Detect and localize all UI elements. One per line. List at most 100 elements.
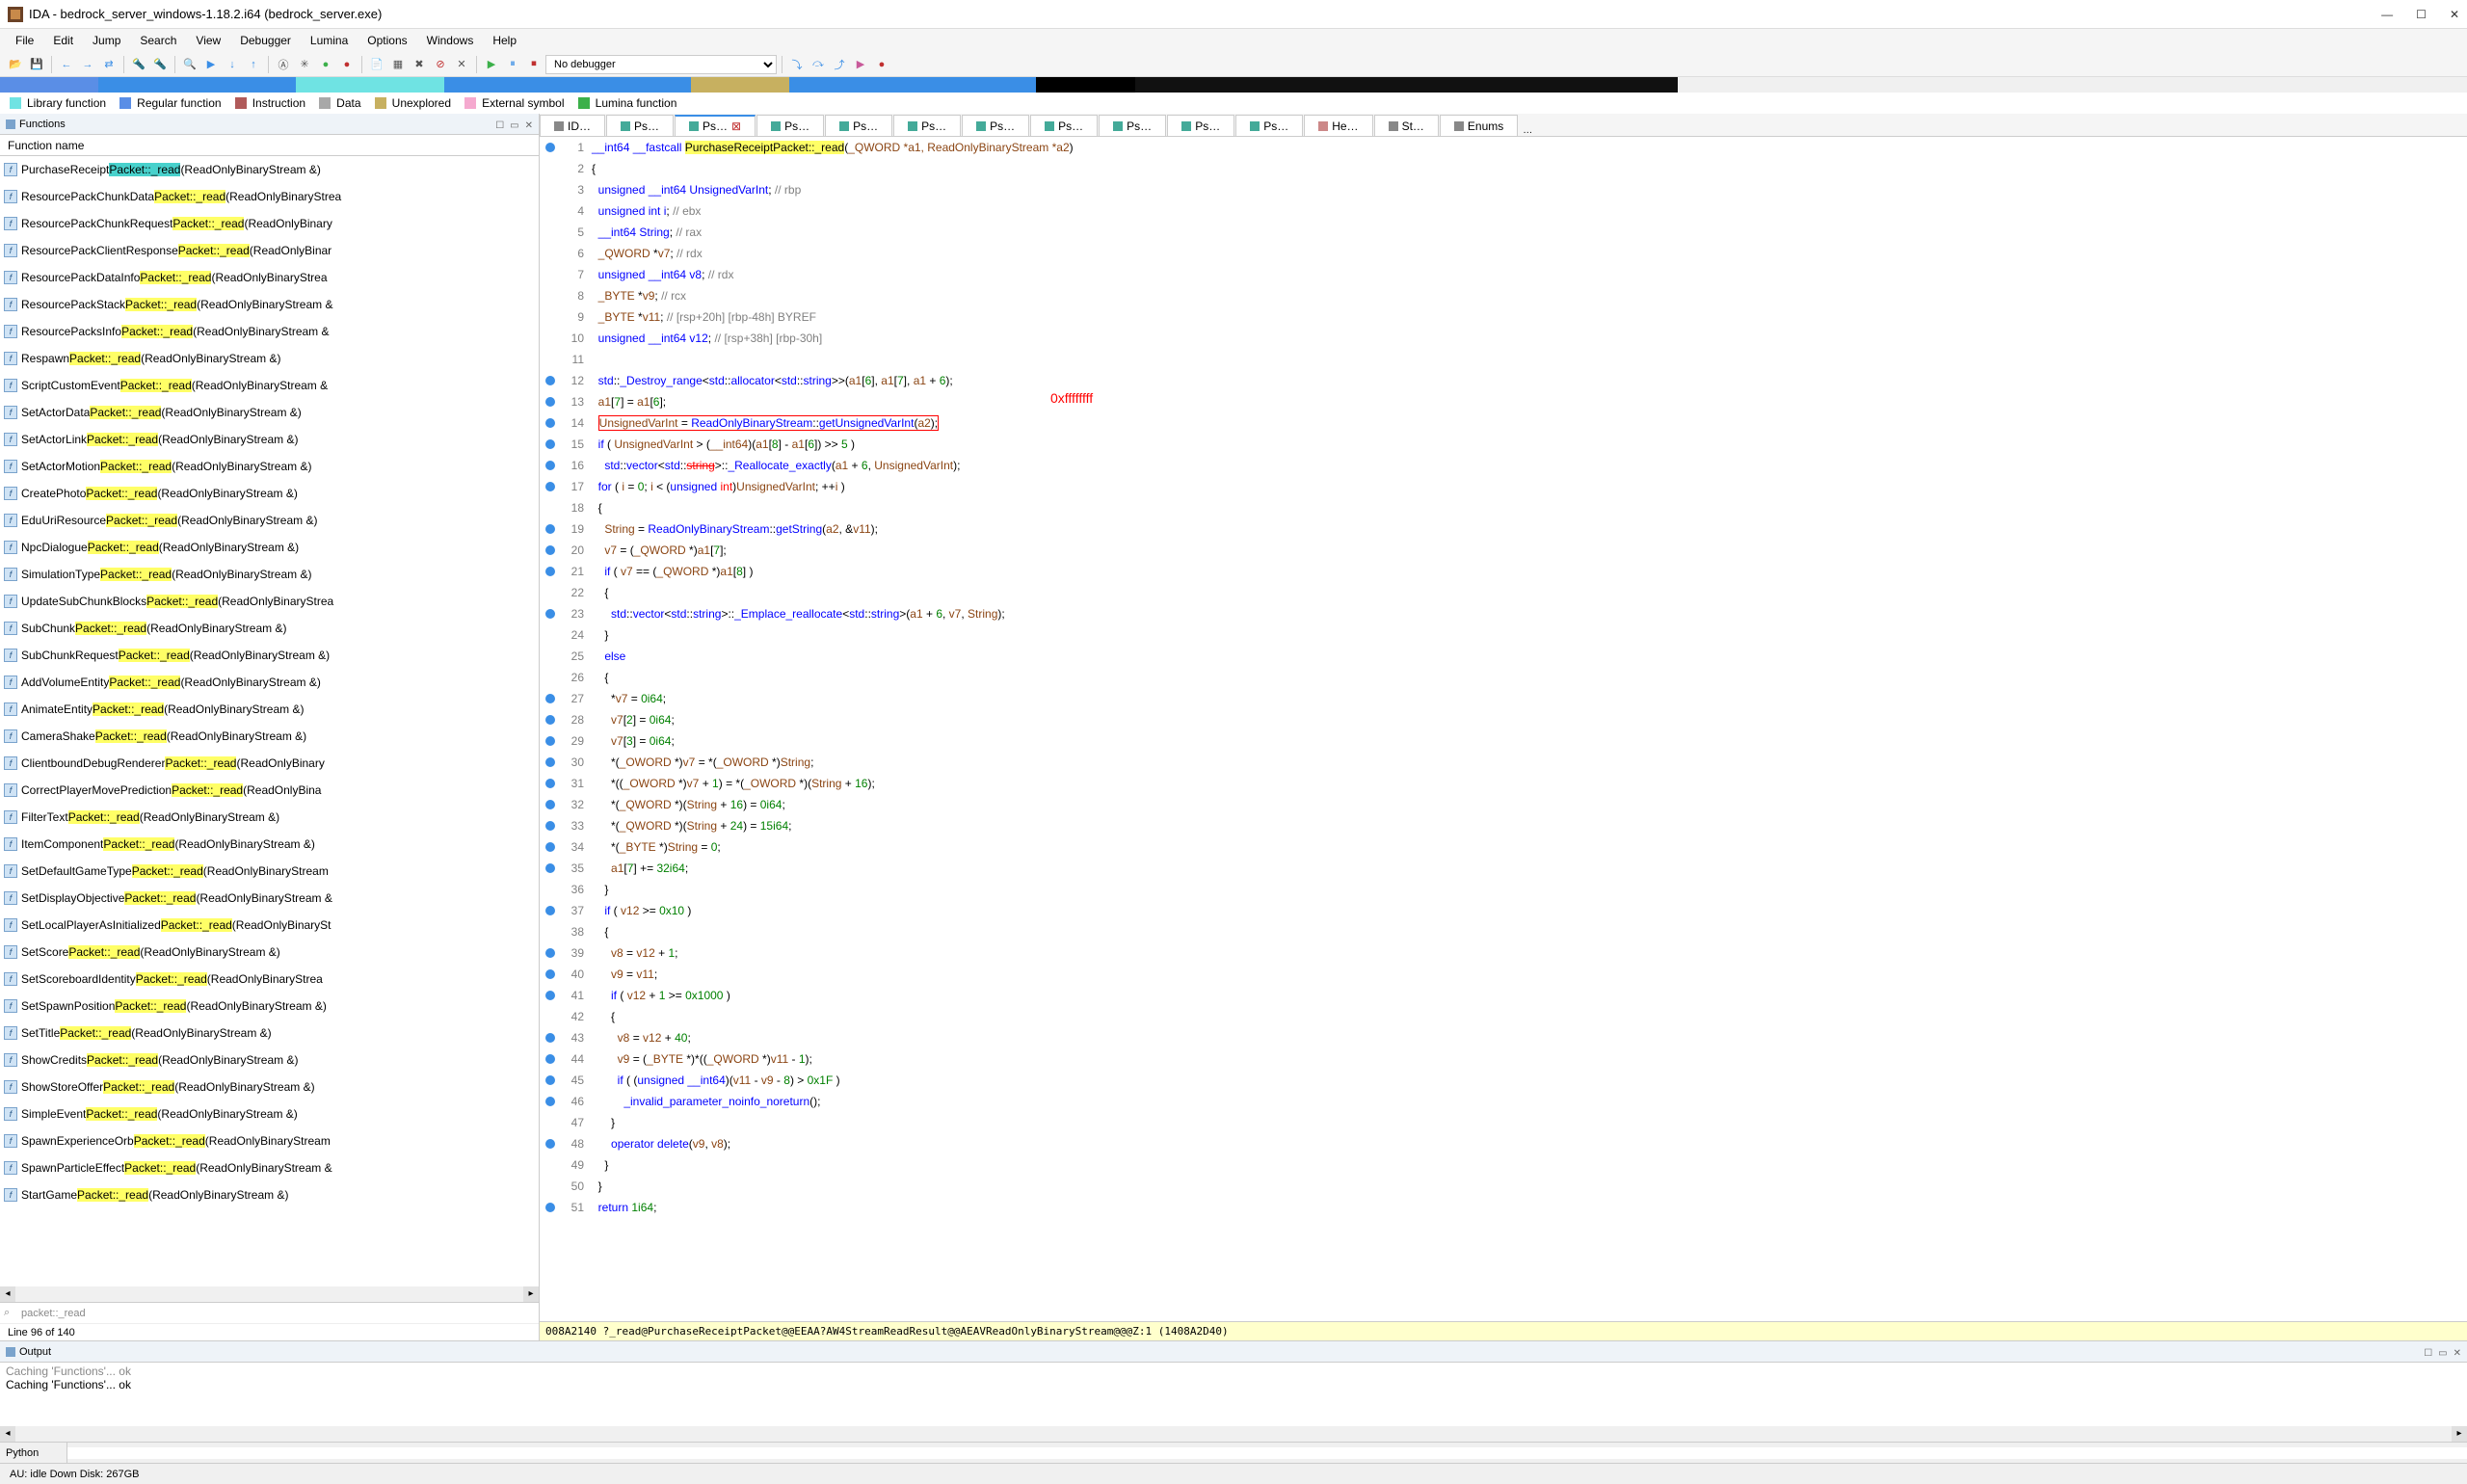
line-number[interactable]: 2 — [540, 158, 592, 179]
line-number[interactable]: 48 — [540, 1133, 592, 1154]
code-line[interactable]: 32 *(_QWORD *)(String + 16) = 0i64; — [540, 794, 2467, 815]
code-line[interactable]: 31 *((_OWORD *)v7 + 1) = *(_OWORD *)(Str… — [540, 773, 2467, 794]
code-text[interactable]: std::vector<std::string>::_Emplace_reall… — [592, 603, 1005, 624]
line-number[interactable]: 34 — [540, 836, 592, 858]
editor-tab[interactable]: ID… — [540, 115, 605, 136]
code-line[interactable]: 6 _QWORD *v7; // rdx — [540, 243, 2467, 264]
code-line[interactable]: 16 std::vector<std::string>::_Reallocate… — [540, 455, 2467, 476]
line-number[interactable]: 18 — [540, 497, 592, 518]
tab-close-icon[interactable]: ⊠ — [731, 119, 741, 133]
line-number[interactable]: 41 — [540, 985, 592, 1006]
scroll-left-icon[interactable]: ◂ — [0, 1426, 15, 1442]
code-line[interactable]: 21 if ( v7 == (_QWORD *)a1[8] ) — [540, 561, 2467, 582]
function-filter[interactable]: ⌕ — [0, 1302, 539, 1323]
line-number[interactable]: 12 — [540, 370, 592, 391]
line-number[interactable]: 16 — [540, 455, 592, 476]
code-line[interactable]: 51 return 1i64; — [540, 1197, 2467, 1218]
editor-tab[interactable]: He… — [1304, 115, 1372, 136]
code-line[interactable]: 12 std::_Destroy_range<std::allocator<st… — [540, 370, 2467, 391]
breakpoint-dot[interactable] — [545, 418, 555, 428]
breakpoint-dot[interactable] — [545, 694, 555, 703]
nav-chunk[interactable] — [1678, 77, 2467, 93]
code-text[interactable]: a1[7] += 32i64; — [592, 858, 688, 879]
code-text[interactable]: { — [592, 582, 608, 603]
code-line[interactable]: 4 unsigned int i; // ebx — [540, 200, 2467, 222]
hex-icon[interactable]: ▦ — [388, 55, 408, 74]
search-icon[interactable]: 🔦 — [129, 55, 148, 74]
code-text[interactable]: v7 = (_QWORD *)a1[7]; — [592, 540, 727, 561]
nav-chunk[interactable] — [1036, 77, 1134, 93]
editor-tab[interactable]: Ps… — [1030, 115, 1098, 136]
code-text[interactable]: { — [592, 921, 608, 942]
function-row[interactable]: fResourcePackStackPacket::_read(ReadOnly… — [0, 291, 539, 318]
filter-input[interactable] — [21, 1308, 535, 1319]
breakpoint-dot[interactable] — [545, 1203, 555, 1212]
editor-tab[interactable]: Ps… — [893, 115, 961, 136]
code-text[interactable]: if ( v12 + 1 >= 0x1000 ) — [592, 985, 730, 1006]
run-cursor-icon[interactable]: ▶ — [851, 55, 870, 74]
menu-debugger[interactable]: Debugger — [232, 32, 299, 49]
breakpoint-dot[interactable] — [545, 567, 555, 576]
code-line[interactable]: 8 _BYTE *v9; // rcx — [540, 285, 2467, 306]
code-text[interactable]: v7[3] = 0i64; — [592, 730, 675, 752]
nav-chunk[interactable] — [98, 77, 296, 93]
function-row[interactable]: fCreatePhotoPacket::_read(ReadOnlyBinary… — [0, 480, 539, 507]
code-text[interactable]: *(_QWORD *)(String + 16) = 0i64; — [592, 794, 785, 815]
scroll-right-icon[interactable]: ▸ — [2452, 1426, 2467, 1442]
function-row[interactable]: fSpawnParticleEffectPacket::_read(ReadOn… — [0, 1154, 539, 1181]
cross-icon[interactable]: ✖ — [410, 55, 429, 74]
output-header[interactable]: Output ☐▭✕ — [0, 1341, 2467, 1363]
function-row[interactable]: fSetActorLinkPacket::_read(ReadOnlyBinar… — [0, 426, 539, 453]
tool-b-icon[interactable]: ✳ — [295, 55, 314, 74]
line-number[interactable]: 1 — [540, 137, 592, 158]
breakpoint-dot[interactable] — [545, 800, 555, 809]
breakpoint-dot[interactable] — [545, 482, 555, 491]
maximize-button[interactable]: ☐ — [2416, 8, 2427, 21]
function-row[interactable]: fSetActorMotionPacket::_read(ReadOnlyBin… — [0, 453, 539, 480]
function-row[interactable]: fSubChunkPacket::_read(ReadOnlyBinaryStr… — [0, 615, 539, 642]
code-line[interactable]: 1__int64 __fastcall PurchaseReceiptPacke… — [540, 137, 2467, 158]
code-line[interactable]: 7 unsigned __int64 v8; // rdx — [540, 264, 2467, 285]
function-row[interactable]: fSetDisplayObjectivePacket::_read(ReadOn… — [0, 885, 539, 912]
nav-chunk[interactable] — [0, 77, 98, 93]
save-icon[interactable]: 💾 — [27, 55, 46, 74]
up-icon[interactable]: ↑ — [244, 55, 263, 74]
code-text[interactable]: } — [592, 624, 608, 646]
close-button[interactable]: ✕ — [2450, 8, 2459, 21]
breakpoint-dot[interactable] — [545, 461, 555, 470]
line-number[interactable]: 14 — [540, 412, 592, 434]
open-icon[interactable]: 📂 — [6, 55, 25, 74]
breakpoint-dot[interactable] — [545, 439, 555, 449]
nav-chunk[interactable] — [296, 77, 444, 93]
code-line[interactable]: 38 { — [540, 921, 2467, 942]
arrow-swap-icon[interactable]: ⇄ — [99, 55, 119, 74]
go-icon[interactable]: ▶ — [201, 55, 221, 74]
function-row[interactable]: fRespawnPacket::_read(ReadOnlyBinaryStre… — [0, 345, 539, 372]
step-out-icon[interactable]: ⤴ — [830, 55, 849, 74]
line-number[interactable]: 26 — [540, 667, 592, 688]
panel-close-icon[interactable]: ✕ — [2454, 1348, 2461, 1359]
code-text[interactable]: unsigned __int64 v12; // [rsp+38h] [rbp-… — [592, 328, 822, 349]
editor-tab[interactable]: Ps… — [1235, 115, 1303, 136]
function-row[interactable]: fResourcePackClientResponsePacket::_read… — [0, 237, 539, 264]
code-line[interactable]: 48 operator delete(v9, v8); — [540, 1133, 2467, 1154]
circle-green-icon[interactable]: ● — [316, 55, 335, 74]
code-line[interactable]: 10 unsigned __int64 v12; // [rsp+38h] [r… — [540, 328, 2467, 349]
code-text[interactable]: } — [592, 1154, 608, 1176]
debugger-select[interactable]: No debugger — [545, 55, 777, 74]
cancel-icon[interactable]: ⊘ — [431, 55, 450, 74]
line-number[interactable]: 49 — [540, 1154, 592, 1176]
code-text[interactable]: { — [592, 158, 596, 179]
editor-tab[interactable]: Ps… — [1099, 115, 1166, 136]
line-number[interactable]: 6 — [540, 243, 592, 264]
arrow-right-icon[interactable]: → — [78, 55, 97, 74]
line-number[interactable]: 4 — [540, 200, 592, 222]
circle-red-icon[interactable]: ● — [337, 55, 357, 74]
line-number[interactable]: 15 — [540, 434, 592, 455]
code-line[interactable]: 40 v9 = v11; — [540, 964, 2467, 985]
line-number[interactable]: 13 — [540, 391, 592, 412]
breakpoint-dot[interactable] — [545, 1033, 555, 1043]
code-line[interactable]: 41 if ( v12 + 1 >= 0x1000 ) — [540, 985, 2467, 1006]
function-row[interactable]: fFilterTextPacket::_read(ReadOnlyBinaryS… — [0, 804, 539, 831]
line-number[interactable]: 22 — [540, 582, 592, 603]
